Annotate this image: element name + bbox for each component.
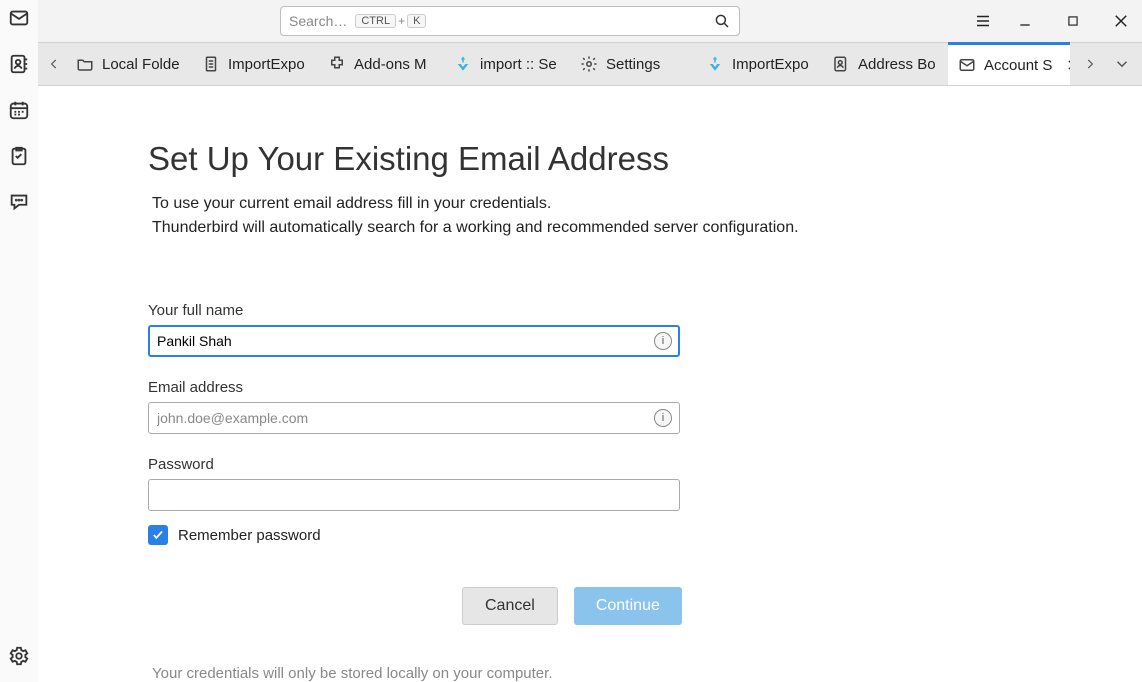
tab-account-setup[interactable]: Account S xyxy=(948,42,1070,85)
app-menu-icon[interactable] xyxy=(974,12,992,30)
fullname-label: Your full name xyxy=(148,302,680,319)
email-field: Email address i xyxy=(148,379,680,434)
fullname-input[interactable] xyxy=(148,325,680,357)
tab-label: Address Bo xyxy=(858,56,936,73)
tab-import-export-1[interactable]: ImportExpo xyxy=(192,43,318,85)
document-icon xyxy=(202,55,220,73)
import-icon xyxy=(454,55,472,73)
calendar-icon[interactable] xyxy=(7,98,31,122)
left-sidebar xyxy=(0,0,38,682)
close-button[interactable] xyxy=(1112,12,1130,30)
footer-note: Your credentials will only be stored loc… xyxy=(152,665,1142,682)
folder-icon xyxy=(76,55,94,73)
chat-icon[interactable] xyxy=(7,190,31,214)
maximize-button[interactable] xyxy=(1064,12,1082,30)
tab-label: Account S xyxy=(984,57,1052,74)
remember-password-checkbox[interactable] xyxy=(148,525,168,545)
search-icon[interactable] xyxy=(713,12,731,30)
remember-password-row: Remember password xyxy=(148,525,1142,545)
tab-addons[interactable]: Add-ons M xyxy=(318,43,444,85)
password-field: Password xyxy=(148,456,680,511)
gear-icon xyxy=(580,55,598,73)
page-title: Set Up Your Existing Email Address xyxy=(148,140,1142,178)
mail-icon[interactable] xyxy=(7,6,31,30)
tab-strip: Local Folde ImportExpo Add-ons M import … xyxy=(38,42,1142,86)
tab-label: Local Folde xyxy=(102,56,180,73)
fullname-field: Your full name i xyxy=(148,302,680,357)
global-search[interactable]: Search… CTRL + K xyxy=(280,6,740,36)
contacts-icon[interactable] xyxy=(7,52,31,76)
account-setup-content: Set Up Your Existing Email Address To us… xyxy=(38,86,1142,682)
tab-local-folders[interactable]: Local Folde xyxy=(66,43,192,85)
tab-label: Add-ons M xyxy=(354,56,427,73)
kbd-k: K xyxy=(407,14,426,28)
kbd-plus: + xyxy=(398,14,405,28)
email-input[interactable] xyxy=(148,402,680,434)
tabs-overflow[interactable] xyxy=(1110,55,1134,73)
page-description: To use your current email address fill i… xyxy=(152,192,1142,240)
tab-label: ImportExpo xyxy=(228,56,305,73)
tab-label: Settings xyxy=(606,56,660,73)
info-icon[interactable]: i xyxy=(654,409,672,427)
mail-icon xyxy=(958,56,976,74)
form-actions: Cancel Continue xyxy=(462,587,1142,625)
email-label: Email address xyxy=(148,379,680,396)
password-label: Password xyxy=(148,456,680,473)
remember-password-label: Remember password xyxy=(178,527,321,544)
tab-label: ImportExpo xyxy=(732,56,809,73)
tab-label: import :: Se xyxy=(480,56,557,73)
tasks-icon[interactable] xyxy=(7,144,31,168)
minimize-button[interactable] xyxy=(1016,12,1034,30)
addressbook-icon xyxy=(832,55,850,73)
info-icon[interactable]: i xyxy=(654,332,672,350)
tabs-scroll-left[interactable] xyxy=(42,43,66,85)
window-controls xyxy=(1016,12,1130,30)
cancel-button[interactable]: Cancel xyxy=(462,587,558,625)
tab-import-export-2[interactable]: ImportExpo xyxy=(696,43,822,85)
tab-address-book[interactable]: Address Bo xyxy=(822,43,948,85)
top-toolbar: Search… CTRL + K xyxy=(38,0,1142,42)
addons-icon xyxy=(328,55,346,73)
tabs-scroll-right[interactable] xyxy=(1078,57,1102,71)
search-placeholder: Search… xyxy=(289,13,347,29)
tab-settings[interactable]: Settings xyxy=(570,43,696,85)
continue-button[interactable]: Continue xyxy=(574,587,682,625)
settings-icon[interactable] xyxy=(7,644,31,668)
password-input[interactable] xyxy=(148,479,680,511)
tab-import-search[interactable]: import :: Se xyxy=(444,43,570,85)
import-icon xyxy=(706,55,724,73)
kbd-ctrl: CTRL xyxy=(355,14,396,28)
